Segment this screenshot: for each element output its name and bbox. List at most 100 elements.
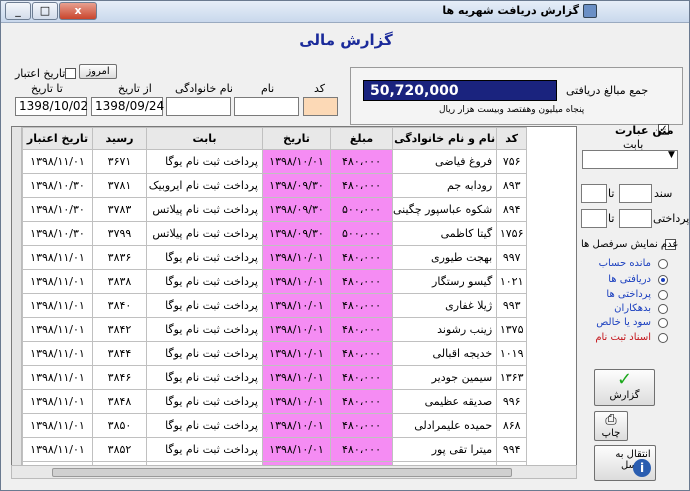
minimize-button[interactable]: _ [5, 2, 31, 20]
table-cell: رودابه جم [391, 173, 498, 198]
print-button[interactable]: ⎙ چاپ [594, 411, 628, 441]
app-icon [583, 4, 597, 18]
to-date-input[interactable]: 1398/10/02 [15, 97, 88, 116]
table-cell: ۱۳۹۸/۱۰/۳۰ [22, 173, 93, 198]
table-row[interactable]: ۹۹۴ میترا تقی پور ۴۸۰،۰۰۰ ۱۳۹۸/۱۰/۰۱ پرداخت … [22, 437, 528, 462]
table-row[interactable]: ۱۰۲۱ گیسو رستگار ۴۸۰،۰۰۰ ۱۳۹۸/۱۰/۰۱ پرداخت ث… [22, 269, 528, 294]
table-cell: ۴۸۰،۰۰۰ [330, 149, 393, 174]
table-cell: ۳۷۸۱ [92, 173, 147, 198]
radio-3[interactable] [658, 304, 668, 314]
table-cell: ۱۷۵۶ [496, 221, 528, 246]
table-row[interactable]: ۱۷۵۶ گیتا کاظمی ۵۰۰،۰۰۰ ۱۳۹۸/۰۹/۳۰ پرداخت ثب… [22, 221, 528, 246]
table-cell: ۳۸۵۲ [92, 437, 147, 462]
table-cell: ۳۸۳۸ [92, 269, 147, 294]
horizontal-scrollbar[interactable] [11, 465, 577, 479]
maximize-button[interactable]: □ [32, 2, 58, 20]
table-cell: میترا تقی پور [391, 437, 498, 462]
table-row[interactable]: ۸۹۳ رودابه جم ۴۸۰،۰۰۰ ۱۳۹۸/۰۹/۳۰ پرداخت ثبت … [22, 173, 528, 198]
report-window: گزارش دریافت شهریه ها _ □ x گزارش مالی ا… [0, 0, 690, 491]
table-cell: پرداخت ثبت نام پیلاتس [146, 221, 263, 246]
code-input[interactable] [303, 97, 338, 116]
code-label: کد [314, 82, 326, 95]
to-date-label: تا تاریخ [31, 82, 63, 95]
table-cell: خدیجه اقبالی [391, 341, 498, 366]
credit-date-checkbox[interactable] [65, 68, 76, 79]
col-name[interactable]: نام و نام خانوادگی [391, 127, 498, 150]
radio-1[interactable] [658, 275, 668, 285]
table-cell: ۱۳۹۸/۱۱/۰۱ [22, 149, 93, 174]
table-cell: ۱۳۹۸/۱۰/۰۱ [262, 389, 331, 414]
radio-0[interactable] [658, 259, 668, 269]
table-row[interactable]: ۹۹۳ ژیلا غفاری ۴۸۰،۰۰۰ ۱۳۹۸/۱۰/۰۱ پرداخت ثبت… [22, 293, 528, 318]
table-cell: پرداخت ثبت نام یوگا [146, 365, 263, 390]
table-cell: ۳۸۴۴ [92, 341, 147, 366]
table-cell: ۸۶۸ [496, 413, 528, 438]
table-cell: ۳۸۴۸ [92, 389, 147, 414]
col-credit-date[interactable]: تاریخ اعتبار [22, 127, 93, 150]
name-input[interactable] [234, 97, 299, 116]
table-cell: سیمین جودیر [391, 365, 498, 390]
table-row[interactable]: ۱۳۷۵ زینب رشوند ۴۸۰،۰۰۰ ۱۳۹۸/۱۰/۰۱ پرداخت ثب… [22, 317, 528, 342]
table-row[interactable]: ۷۵۶ فروغ فیاضی ۴۸۰،۰۰۰ ۱۳۹۸/۱۰/۰۱ پرداخت ثبت… [22, 149, 528, 174]
table-cell: شکوه عباسپور چگینی [391, 197, 498, 222]
from-date-input[interactable]: 1398/09/24 [91, 97, 164, 116]
sanad-to-input[interactable] [581, 184, 607, 203]
summary-words: پنجاه میلیون وهفتصد وبیست هزار ریال [439, 105, 585, 115]
table-row[interactable]: ۱۰۱۹ خدیجه اقبالی ۴۸۰،۰۰۰ ۱۳۹۸/۱۰/۰۱ پرداخت … [22, 341, 528, 366]
babat-select[interactable] [582, 150, 678, 169]
scroll-thumb[interactable] [52, 468, 512, 477]
col-receipt[interactable]: رسید [92, 127, 147, 150]
sanad-from-input[interactable] [619, 184, 652, 203]
payments-grid[interactable]: کد نام و نام خانوادگی مبلغ تاریخ بابت رس… [11, 126, 577, 479]
table-cell: ۱۰۲۱ [496, 269, 528, 294]
close-button[interactable]: x [59, 2, 97, 20]
table-row[interactable]: ۹۹۷ بهجت طیوری ۴۸۰،۰۰۰ ۱۳۹۸/۱۰/۰۱ پرداخت ثبت… [22, 245, 528, 270]
table-cell: ۴۸۰،۰۰۰ [330, 173, 393, 198]
table-cell: ۴۸۰،۰۰۰ [330, 437, 393, 462]
table-row[interactable]: ۸۶۸ حمیده علیمرادلی ۴۸۰،۰۰۰ ۱۳۹۸/۱۰/۰۱ پرداخ… [22, 413, 528, 438]
title-bar: گزارش دریافت شهریه ها _ □ x [1, 1, 689, 23]
table-cell: ۳۷۸۳ [92, 197, 147, 222]
table-cell: بهجت طیوری [391, 245, 498, 270]
table-cell: ۳۶۷۱ [92, 149, 147, 174]
col-babat[interactable]: بابت [146, 127, 263, 150]
vertical-scrollbar[interactable] [12, 127, 22, 478]
table-cell: ۱۳۹۸/۱۰/۰۱ [262, 269, 331, 294]
family-input[interactable] [166, 97, 231, 116]
excel-export-button[interactable]: انتقال به اکسل i [594, 445, 656, 481]
pardakhti-from-input[interactable] [619, 209, 652, 228]
table-row[interactable]: ۸۹۴ شکوه عباسپور چگینی ۵۰۰،۰۰۰ ۱۳۹۸/۰۹/۳۰ پر… [22, 197, 528, 222]
radio-2[interactable] [658, 290, 668, 300]
table-cell: ۴۸۰،۰۰۰ [330, 341, 393, 366]
table-cell: پرداخت ثبت نام یوگا [146, 389, 263, 414]
table-cell: ۱۳۹۸/۱۰/۰۱ [262, 413, 331, 438]
radio-label-2: پرداختی ها [606, 289, 651, 300]
table-row[interactable]: ۱۳۶۳ سیمین جودیر ۴۸۰،۰۰۰ ۱۳۹۸/۱۰/۰۱ پرداخت ث… [22, 365, 528, 390]
pardakhti-to-input[interactable] [581, 209, 607, 228]
table-cell: ۸۹۴ [496, 197, 528, 222]
radio-label-0: مانده حساب [598, 258, 651, 269]
table-cell: ژیلا غفاری [391, 293, 498, 318]
radio-4[interactable] [658, 318, 668, 328]
col-date[interactable]: تاریخ [262, 127, 331, 150]
col-amount[interactable]: مبلغ [330, 127, 393, 150]
table-cell: پرداخت ثبت نام یوگا [146, 413, 263, 438]
window-title: گزارش دریافت شهریه ها [442, 4, 579, 17]
table-cell: ۹۹۶ [496, 389, 528, 414]
report-label: گزارش [609, 390, 640, 401]
col-code[interactable]: کد [496, 127, 528, 150]
radio-label-4: سود یا خالص [596, 317, 651, 328]
table-cell: ۵۰۰،۰۰۰ [330, 197, 393, 222]
table-cell: ۴۸۰،۰۰۰ [330, 269, 393, 294]
table-cell: ۱۳۹۸/۱۱/۰۱ [22, 293, 93, 318]
family-label: نام خانوادگی [175, 82, 233, 95]
table-cell: ۳۸۴۲ [92, 317, 147, 342]
table-row[interactable]: ۹۹۶ صدیقه عظیمی ۴۸۰،۰۰۰ ۱۳۹۸/۱۰/۰۱ پرداخت ثب… [22, 389, 528, 414]
report-button[interactable]: ✓ گزارش [594, 369, 655, 406]
table-cell: ۱۳۹۸/۱۰/۰۱ [262, 365, 331, 390]
table-cell: ۱۳۹۸/۱۰/۳۰ [22, 221, 93, 246]
table-cell: گیسو رستگار [391, 269, 498, 294]
radio-5[interactable] [658, 333, 668, 343]
today-button[interactable]: امروز [79, 64, 117, 79]
table-cell: ۹۹۴ [496, 437, 528, 462]
